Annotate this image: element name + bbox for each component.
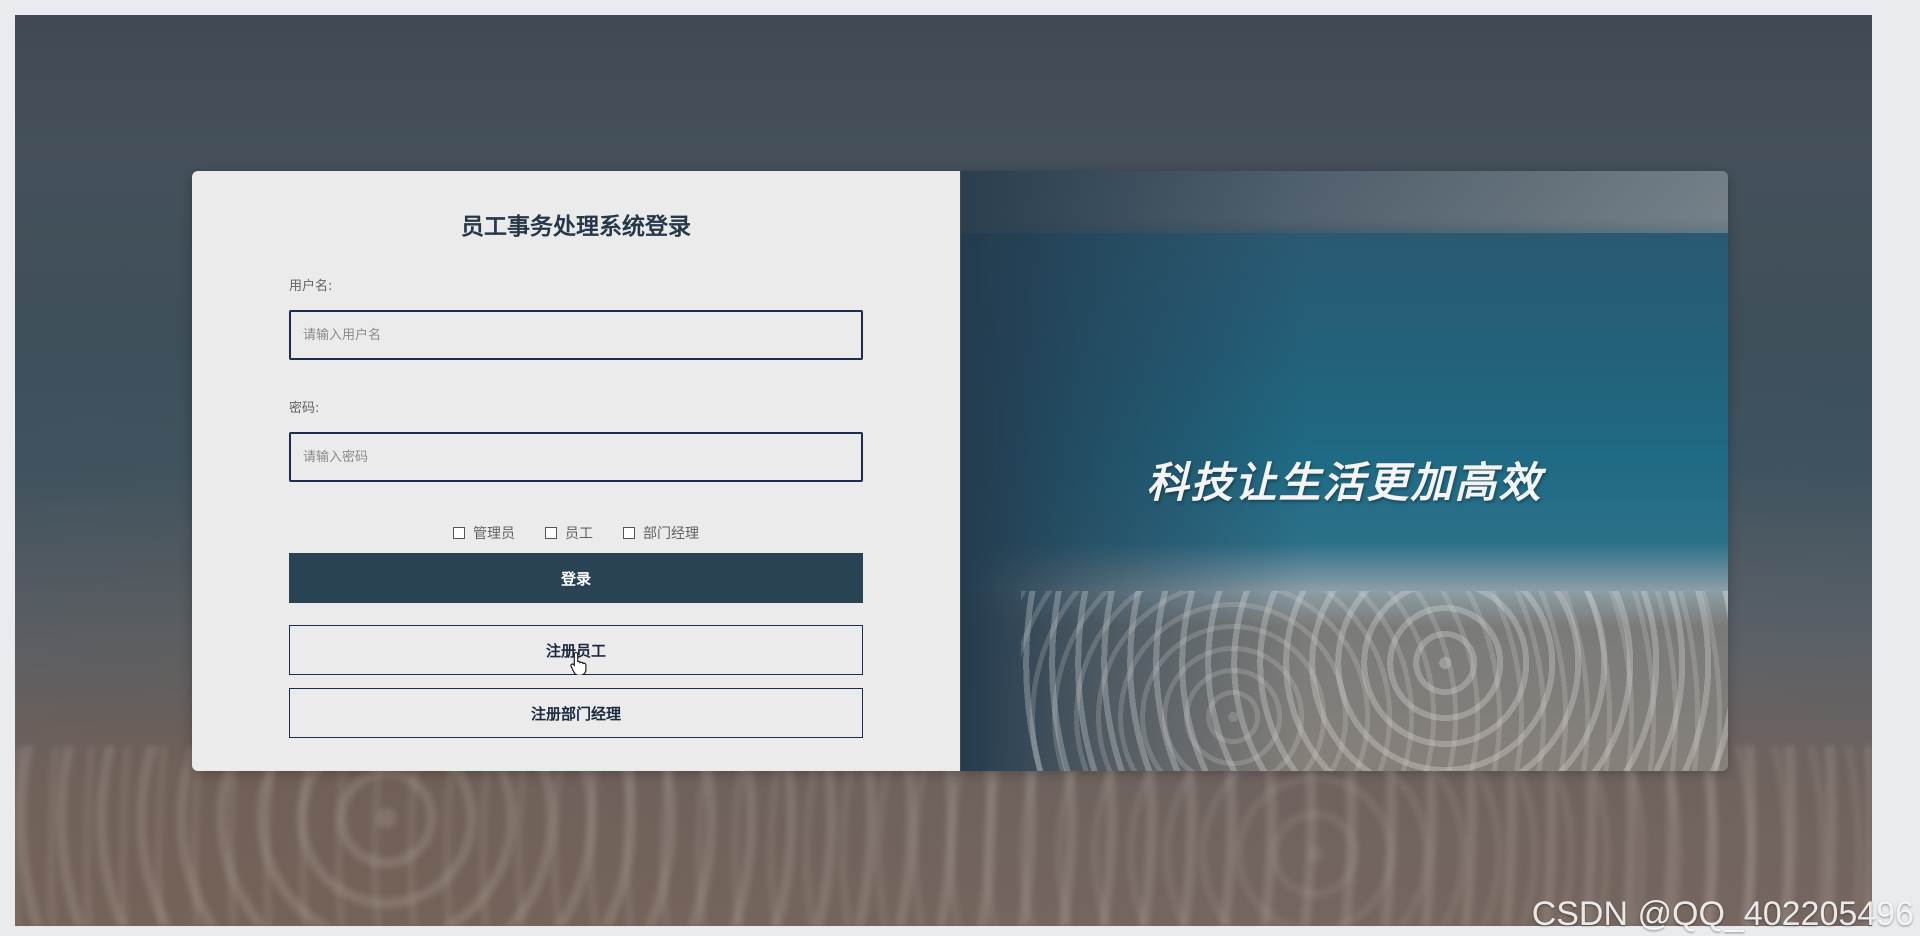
role-selector: 管理员 员工 部门经理	[192, 523, 960, 543]
role-employee-checkbox[interactable]: 员工	[545, 523, 593, 543]
role-admin-checkbox[interactable]: 管理员	[453, 523, 515, 543]
checkbox-icon[interactable]	[453, 527, 465, 539]
login-card: 员工事务处理系统登录 用户名: 密码: 管理员 员工 部门经理 登录 注册员工 …	[192, 171, 1728, 771]
register-manager-button[interactable]: 注册部门经理	[289, 688, 863, 738]
hand-pointer-icon	[570, 651, 587, 675]
banner-panel: 科技让生活更加高效	[959, 171, 1728, 771]
password-input[interactable]	[289, 432, 863, 482]
username-input[interactable]	[289, 310, 863, 360]
role-employee-label: 员工	[565, 526, 593, 542]
role-admin-label: 管理员	[473, 526, 515, 542]
banner-slogan: 科技让生活更加高效	[1146, 458, 1543, 507]
password-label: 密码:	[289, 401, 320, 416]
login-panel: 员工事务处理系统登录 用户名: 密码: 管理员 员工 部门经理 登录 注册员工 …	[192, 171, 960, 771]
csdn-watermark: CSDN @QQ_402205496	[1531, 895, 1914, 933]
checkbox-icon[interactable]	[623, 527, 635, 539]
role-manager-label: 部门经理	[643, 526, 699, 542]
username-label: 用户名:	[289, 279, 333, 294]
login-button[interactable]: 登录	[289, 553, 863, 603]
role-manager-checkbox[interactable]: 部门经理	[623, 523, 699, 543]
checkbox-icon[interactable]	[545, 527, 557, 539]
page-title: 员工事务处理系统登录	[461, 214, 691, 240]
